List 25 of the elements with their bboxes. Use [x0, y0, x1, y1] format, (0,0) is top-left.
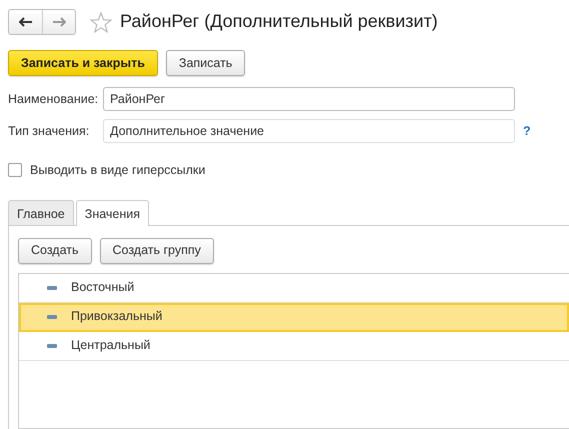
- forward-arrow-icon: [52, 17, 66, 27]
- list-row[interactable]: Центральный: [19, 332, 569, 361]
- create-button[interactable]: Создать: [18, 238, 92, 264]
- field-label: Наименование:: [8, 90, 100, 108]
- input-field[interactable]: Дополнительное значение: [103, 119, 515, 143]
- input-field[interactable]: РайонРег: [103, 87, 515, 111]
- checkbox[interactable]: [8, 163, 22, 178]
- item-icon: [47, 344, 57, 348]
- tab[interactable]: Главное: [8, 200, 74, 226]
- list-row[interactable]: Привокзальный: [19, 302, 569, 332]
- help-link[interactable]: ?: [523, 122, 531, 140]
- save-and-close-button[interactable]: Записать и закрыть: [8, 50, 158, 76]
- back-arrow-icon: [18, 17, 32, 27]
- field-label: Тип значения:: [8, 122, 90, 140]
- item-label: Центральный: [71, 337, 150, 354]
- create-button[interactable]: Создать группу: [100, 238, 214, 264]
- item-label: Привокзальный: [71, 308, 162, 326]
- save-button[interactable]: Записать: [166, 50, 246, 76]
- item-label: Восточный: [71, 279, 134, 296]
- item-icon: [47, 286, 57, 290]
- window-title: РайонРег (Дополнительный реквизит): [120, 11, 438, 33]
- tab[interactable]: Значения: [76, 200, 150, 226]
- checkbox-label: Выводить в виде гиперссылки: [30, 162, 206, 179]
- star-icon[interactable]: [90, 12, 112, 32]
- item-icon: [47, 314, 57, 319]
